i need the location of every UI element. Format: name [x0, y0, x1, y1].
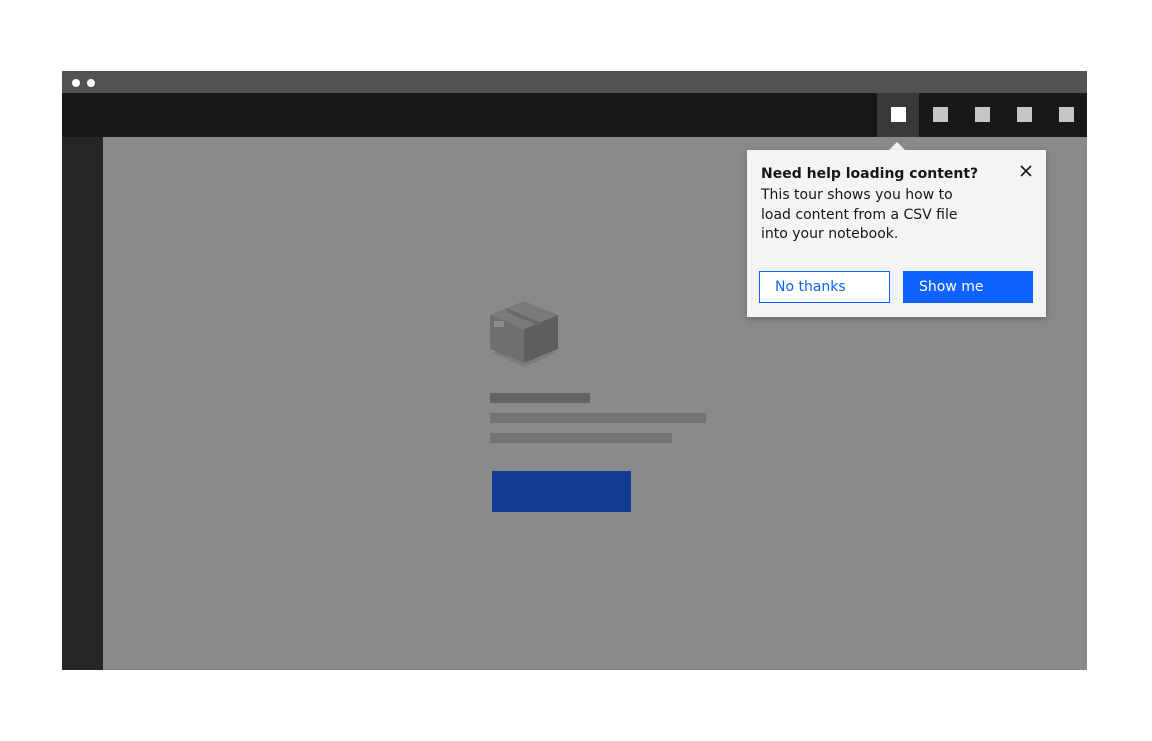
show-me-button[interactable]: Show me — [903, 271, 1033, 303]
close-icon[interactable] — [1015, 160, 1037, 182]
app-header — [62, 93, 1087, 137]
header-action-icon — [1017, 107, 1032, 122]
popover-caret — [889, 142, 905, 150]
header-action-2[interactable] — [919, 93, 961, 137]
header-action-4[interactable] — [1003, 93, 1045, 137]
window-control-minimize[interactable] — [87, 79, 95, 87]
header-action-icon — [1059, 107, 1074, 122]
header-action-3[interactable] — [961, 93, 1003, 137]
no-thanks-button[interactable]: No thanks — [759, 271, 890, 303]
header-action-icon — [933, 107, 948, 122]
popover-title: Need help loading content? — [761, 166, 979, 182]
skeleton-button — [492, 471, 631, 512]
header-action-icon — [891, 107, 906, 122]
header-action-icon — [975, 107, 990, 122]
header-action-5[interactable] — [1045, 93, 1087, 137]
tour-popover: Need help loading content? This tour sho… — [747, 150, 1046, 317]
skeleton-text-line — [490, 413, 706, 423]
window-titlebar — [62, 71, 1087, 93]
window-control-close[interactable] — [72, 79, 80, 87]
popover-body: This tour shows you how to load content … — [761, 187, 958, 242]
side-nav — [62, 137, 103, 670]
skeleton-heading — [490, 393, 590, 403]
box-icon — [490, 301, 558, 367]
skeleton-text-line — [490, 433, 672, 443]
header-action-1[interactable] — [877, 93, 919, 137]
